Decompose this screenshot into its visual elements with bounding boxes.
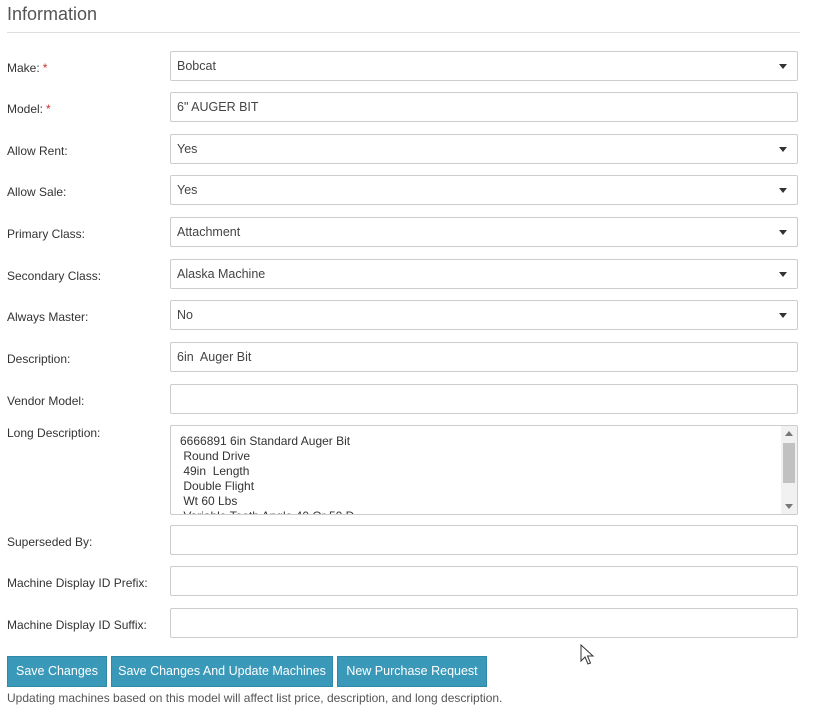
description-input-value: 6in Auger Bit: [177, 350, 252, 364]
always-master-label: Always Master:: [7, 310, 89, 324]
long-description-text: 6666891 6in Standard Auger Bit Round Dri…: [180, 434, 354, 514]
scroll-thumb[interactable]: [783, 443, 795, 483]
model-label: Model: *: [7, 102, 51, 116]
allow-sale-select[interactable]: Yes: [170, 175, 798, 205]
superseded-by-label: Superseded By:: [7, 535, 93, 549]
caret-down-icon: [779, 272, 787, 277]
allow-sale-label: Allow Sale:: [7, 185, 67, 199]
textarea-scrollbar[interactable]: [781, 426, 797, 514]
always-master-select[interactable]: No: [170, 300, 798, 330]
required-mark: *: [46, 102, 51, 116]
vendor-model-label: Vendor Model:: [7, 394, 85, 408]
information-form: Information Make: * Bobcat Model: * 6" AUG…: [0, 0, 817, 712]
always-master-select-value: No: [177, 308, 193, 322]
caret-down-icon: [779, 188, 787, 193]
vendor-model-input[interactable]: [170, 384, 798, 414]
allow-rent-label: Allow Rent:: [7, 144, 68, 158]
save-and-update-machines-button[interactable]: Save Changes And Update Machines: [111, 656, 333, 687]
id-suffix-input[interactable]: [170, 608, 798, 638]
new-purchase-request-button[interactable]: New Purchase Request: [337, 656, 487, 687]
description-input[interactable]: 6in Auger Bit: [170, 342, 798, 372]
model-input[interactable]: 6" AUGER BIT: [170, 92, 798, 122]
model-input-value: 6" AUGER BIT: [177, 100, 259, 114]
long-description-label: Long Description:: [7, 426, 101, 440]
long-description-textarea[interactable]: 6666891 6in Standard Auger Bit Round Dri…: [170, 425, 798, 515]
caret-down-icon: [779, 64, 787, 69]
id-prefix-label: Machine Display ID Prefix:: [7, 576, 148, 590]
primary-class-select[interactable]: Attachment: [170, 217, 798, 247]
secondary-class-label: Secondary Class:: [7, 269, 102, 283]
caret-down-icon: [779, 230, 787, 235]
secondary-class-select-value: Alaska Machine: [177, 267, 266, 281]
secondary-class-select[interactable]: Alaska Machine: [170, 259, 798, 289]
section-title: Information: [7, 4, 98, 24]
id-prefix-input[interactable]: [170, 566, 798, 596]
primary-class-select-value: Attachment: [177, 225, 241, 239]
scroll-down-arrow-icon[interactable]: [785, 504, 793, 509]
primary-class-label: Primary Class:: [7, 227, 86, 241]
caret-down-icon: [779, 147, 787, 152]
allow-sale-select-value: Yes: [177, 183, 198, 197]
make-select[interactable]: Bobcat: [170, 51, 798, 81]
save-changes-button[interactable]: Save Changes: [7, 656, 107, 687]
update-warning-note: Updating machines based on this model wi…: [7, 691, 503, 705]
make-label: Make: *: [7, 61, 48, 75]
section-divider: [7, 32, 800, 33]
allow-rent-select[interactable]: Yes: [170, 134, 798, 164]
caret-down-icon: [779, 313, 787, 318]
superseded-by-input[interactable]: [170, 525, 798, 555]
required-mark: *: [42, 61, 48, 75]
description-label: Description:: [7, 352, 71, 366]
mouse-pointer-icon: [580, 644, 595, 665]
allow-rent-select-value: Yes: [177, 142, 198, 156]
scroll-up-arrow-icon[interactable]: [785, 431, 793, 436]
id-suffix-label: Machine Display ID Suffix:: [7, 618, 147, 632]
make-select-value: Bobcat: [177, 59, 216, 73]
